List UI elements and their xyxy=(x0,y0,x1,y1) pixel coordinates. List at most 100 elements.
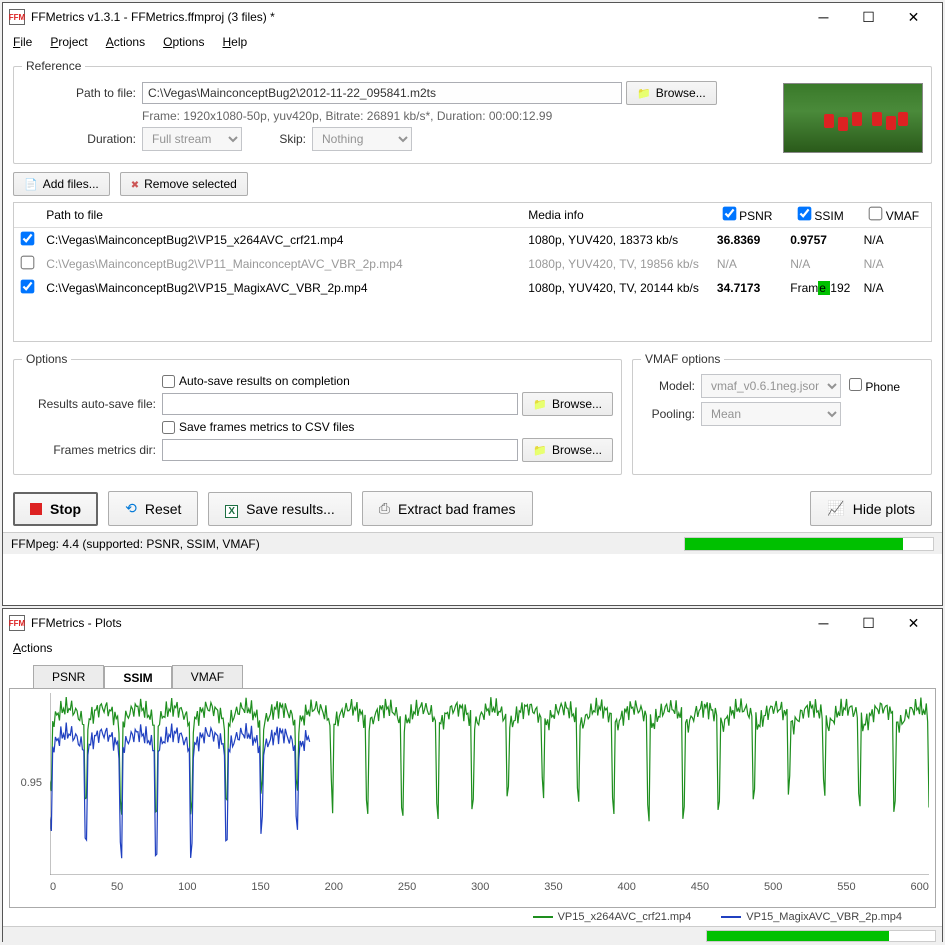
menu-help[interactable]: Help xyxy=(222,35,247,49)
menu-file[interactable]: File xyxy=(13,35,32,49)
row-path: C:\Vegas\MainconceptBug2\VP11_Mainconcep… xyxy=(40,252,522,276)
plots-close-button[interactable]: ✕ xyxy=(891,609,936,637)
plots-window: FFM FFMetrics - Plots ─ ☐ ✕ Actions PSNR… xyxy=(2,608,943,942)
row-psnr: N/A xyxy=(711,252,784,276)
reference-legend: Reference xyxy=(22,59,85,73)
frames-dir-input[interactable] xyxy=(162,439,518,461)
duration-label: Duration: xyxy=(22,132,142,146)
vmaf-pooling-select[interactable]: Mean xyxy=(701,402,841,426)
app-icon: FFM xyxy=(9,9,25,25)
options-legend: Options xyxy=(22,352,71,366)
results-file-label: Results auto-save file: xyxy=(22,397,162,411)
results-browse-button[interactable]: Browse... xyxy=(522,392,613,416)
close-button[interactable]: ✕ xyxy=(891,3,936,31)
vmaf-header-checkbox[interactable] xyxy=(869,207,883,221)
col-ssim[interactable]: SSIM xyxy=(784,203,857,228)
main-progressbar xyxy=(684,537,934,551)
folder-icon xyxy=(637,86,651,100)
row-checkbox[interactable] xyxy=(20,232,34,246)
options-fieldset: Options Auto-save results on completion … xyxy=(13,352,622,475)
vmaf-legend: VMAF options xyxy=(641,352,724,366)
col-vmaf[interactable]: VMAF xyxy=(858,203,931,228)
chart-legend: VP15_x264AVC_crf21.mp4 VP15_MagixAVC_VBR… xyxy=(3,908,942,926)
row-vmaf: N/A xyxy=(858,228,931,253)
plots-minimize-button[interactable]: ─ xyxy=(801,609,846,637)
menu-actions[interactable]: Actions xyxy=(106,35,145,49)
vmaf-model-select[interactable]: vmaf_v0.6.1neg.json xyxy=(701,374,841,398)
menubar: File Project Actions Options Help xyxy=(3,31,942,53)
row-ssim: 0.9757 xyxy=(784,228,857,253)
reset-icon: ⟲ xyxy=(125,500,137,517)
phone-checkbox[interactable] xyxy=(849,378,862,391)
titlebar[interactable]: FFM FFMetrics v1.3.1 - FFMetrics.ffmproj… xyxy=(3,3,942,31)
row-psnr: 36.8369 xyxy=(711,228,784,253)
frame-info: Frame: 1920x1080-50p, yuv420p, Bitrate: … xyxy=(142,109,552,123)
remove-icon xyxy=(131,177,139,191)
skip-select[interactable]: Nothing xyxy=(312,127,412,151)
status-text: FFMpeg: 4.4 (supported: PSNR, SSIM, VMAF… xyxy=(11,537,260,551)
tab-vmaf[interactable]: VMAF xyxy=(172,665,243,688)
phone-label: Phone xyxy=(865,380,900,394)
hide-plots-button[interactable]: Hide plots xyxy=(810,491,932,526)
chart: 0.95 05010015020025030035040045050055060… xyxy=(9,688,936,908)
reference-browse-button[interactable]: Browse... xyxy=(626,81,717,105)
row-media: 1080p, YUV420, TV, 19856 kb/s xyxy=(522,252,711,276)
table-row[interactable]: C:\Vegas\MainconceptBug2\VP15_x264AVC_cr… xyxy=(14,228,931,253)
extract-frames-button[interactable]: Extract bad frames xyxy=(362,491,533,526)
excel-icon xyxy=(225,501,238,517)
stop-button[interactable]: Stop xyxy=(13,492,98,526)
path-label: Path to file: xyxy=(22,86,142,100)
save-results-button[interactable]: Save results... xyxy=(208,492,351,526)
tab-psnr[interactable]: PSNR xyxy=(33,665,104,688)
plots-menubar: Actions xyxy=(3,637,942,659)
csv-checkbox[interactable] xyxy=(162,421,175,434)
plots-status-bar xyxy=(3,926,942,944)
col-media[interactable]: Media info xyxy=(522,203,711,228)
chart-icon xyxy=(827,500,844,517)
row-media: 1080p, YUV420, TV, 20144 kb/s xyxy=(522,276,711,300)
row-psnr: 34.7173 xyxy=(711,276,784,300)
minimize-button[interactable]: ─ xyxy=(801,3,846,31)
menu-project[interactable]: Project xyxy=(50,35,87,49)
plots-maximize-button[interactable]: ☐ xyxy=(846,609,891,637)
row-vmaf: N/A xyxy=(858,276,931,300)
reference-path-input[interactable] xyxy=(142,82,622,104)
window-title: FFMetrics v1.3.1 - FFMetrics.ffmproj (3 … xyxy=(31,10,801,24)
csv-label: Save frames metrics to CSV files xyxy=(179,420,354,434)
folder-icon xyxy=(533,443,547,457)
ssim-header-checkbox[interactable] xyxy=(798,207,812,221)
row-checkbox[interactable] xyxy=(20,256,34,270)
row-checkbox[interactable] xyxy=(20,280,34,294)
col-path[interactable]: Path to file xyxy=(40,203,522,228)
skip-label: Skip: xyxy=(242,132,312,146)
reset-button[interactable]: ⟲Reset xyxy=(108,491,198,526)
table-row[interactable]: C:\Vegas\MainconceptBug2\VP15_MagixAVC_V… xyxy=(14,276,931,300)
plots-titlebar[interactable]: FFM FFMetrics - Plots ─ ☐ ✕ xyxy=(3,609,942,637)
add-files-button[interactable]: Add files... xyxy=(13,172,110,196)
app-icon: FFM xyxy=(9,615,25,631)
maximize-button[interactable]: ☐ xyxy=(846,3,891,31)
reference-thumbnail xyxy=(783,83,923,153)
tab-ssim[interactable]: SSIM xyxy=(104,666,171,689)
legend-series1: VP15_x264AVC_crf21.mp4 xyxy=(533,911,692,923)
folder-icon xyxy=(533,397,547,411)
row-vmaf: N/A xyxy=(858,252,931,276)
status-bar: FFMpeg: 4.4 (supported: PSNR, SSIM, VMAF… xyxy=(3,532,942,554)
framesdir-browse-button[interactable]: Browse... xyxy=(522,438,613,462)
autosave-label: Auto-save results on completion xyxy=(179,374,350,388)
reference-fieldset: Reference Path to file: Browse... Frame:… xyxy=(13,59,932,164)
menu-options[interactable]: Options xyxy=(163,35,204,49)
row-path: C:\Vegas\MainconceptBug2\VP15_x264AVC_cr… xyxy=(40,228,522,253)
table-row[interactable]: C:\Vegas\MainconceptBug2\VP11_Mainconcep… xyxy=(14,252,931,276)
remove-selected-button[interactable]: Remove selected xyxy=(120,172,248,196)
row-ssim: N/A xyxy=(784,252,857,276)
vmaf-pooling-label: Pooling: xyxy=(641,407,701,421)
duration-select[interactable]: Full stream xyxy=(142,127,242,151)
plots-menu-actions[interactable]: Actions xyxy=(13,641,52,655)
results-file-input[interactable] xyxy=(162,393,518,415)
col-psnr[interactable]: PSNR xyxy=(711,203,784,228)
autosave-checkbox[interactable] xyxy=(162,375,175,388)
file-list[interactable]: Path to file Media info PSNR SSIM VMAF C… xyxy=(13,202,932,342)
psnr-header-checkbox[interactable] xyxy=(722,207,736,221)
vmaf-model-label: Model: xyxy=(641,379,701,393)
